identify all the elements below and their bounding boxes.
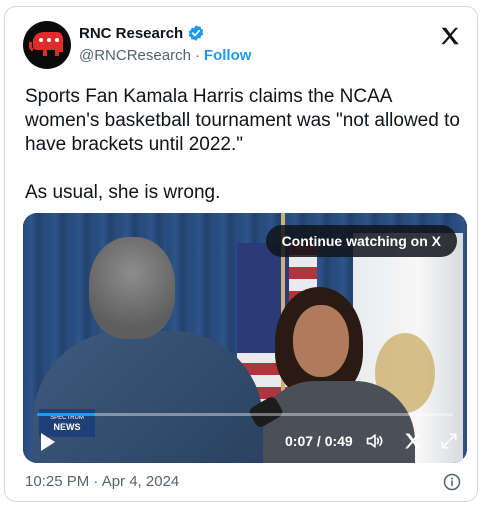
avatar[interactable] [23,21,71,69]
follow-button[interactable]: Follow [204,47,252,64]
x-logo-icon[interactable] [439,25,461,47]
video-player[interactable]: SPECTRUM NEWS Continue watching on X 0:0… [23,213,467,463]
speaker-face-image [293,305,349,377]
author-name-row: RNC Research [79,24,205,42]
tweet-timestamp[interactable]: 10:25 PM · Apr 4, 2024 [25,473,179,490]
info-icon[interactable] [443,473,461,491]
fullscreen-icon[interactable] [439,431,459,451]
gop-elephant-icon [29,32,63,56]
tweet-text: Sports Fan Kamala Harris claims the NCAA… [25,86,460,203]
video-controls: 0:07 / 0:49 [23,419,467,463]
tweet-embed-card[interactable]: RNC Research @RNCResearch · Follow Sport… [4,6,478,502]
x-logo-icon[interactable] [403,431,423,451]
author-handle-row: @RNCResearch · Follow [79,47,251,64]
continue-watching-button[interactable]: Continue watching on X [265,225,457,257]
separator-dot: · [194,47,200,64]
video-time: 0:07 / 0:49 [285,433,353,449]
volume-icon[interactable] [365,431,385,451]
video-progress-fill [37,413,96,416]
video-progress-bar[interactable] [37,413,453,416]
play-icon[interactable] [41,433,55,451]
interviewer-head-image [89,237,175,339]
verified-badge-icon [188,25,204,41]
handle[interactable]: @RNCResearch [79,47,191,64]
display-name[interactable]: RNC Research [79,25,183,42]
